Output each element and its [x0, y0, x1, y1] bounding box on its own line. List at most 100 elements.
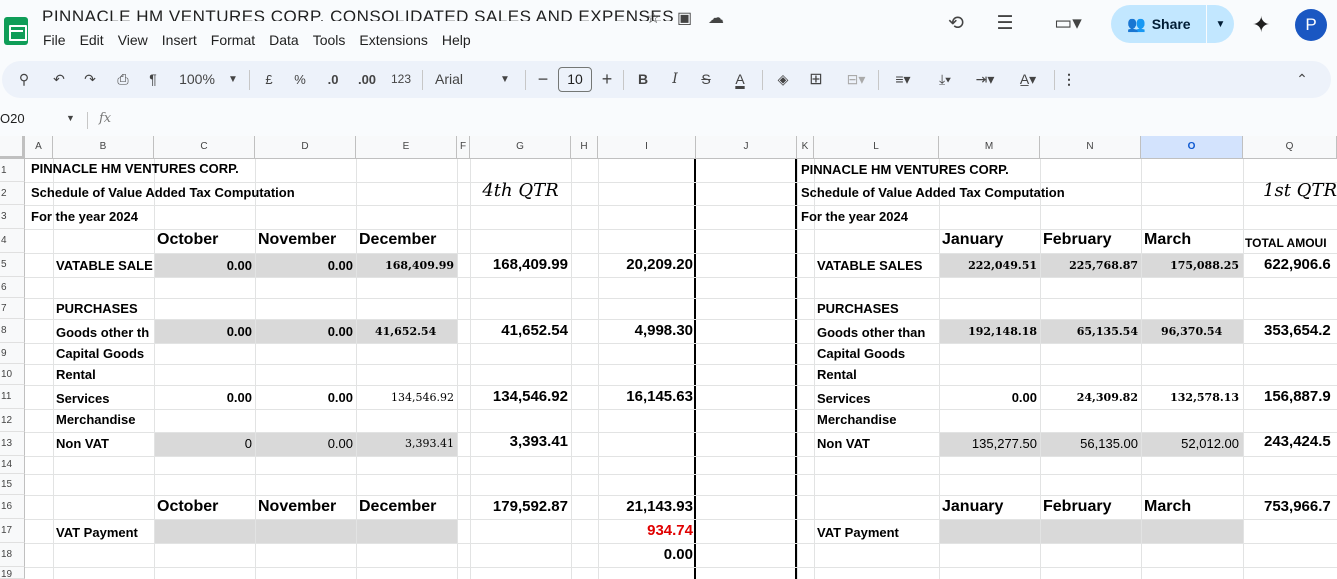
left-merchandise-label[interactable]: Merchandise [56, 412, 153, 428]
left-vat-cell[interactable]: 20,209.20 [598, 257, 693, 273]
right-goods-label[interactable]: Goods other than [817, 325, 937, 341]
right-vatable-sales-label[interactable]: VATABLE SALES [817, 258, 937, 274]
decrease-font-size-button[interactable]: − [535, 61, 551, 98]
vertical-align-icon[interactable]: ⤓▾ [929, 61, 961, 98]
left-cell[interactable]: 0.00 [154, 258, 252, 274]
right-company-name[interactable]: PINNACLE HM VENTURES CORP. [801, 162, 1101, 178]
left-vat-payment-value[interactable]: 934.74 [598, 523, 693, 539]
left-nonvat-label[interactable]: Non VAT [56, 436, 153, 452]
left-cell[interactable]: 3,393.41 [356, 436, 454, 452]
left-total-cell[interactable]: 3,393.41 [470, 434, 568, 450]
column-header-b[interactable]: B [53, 136, 154, 159]
row-header[interactable]: 3 [0, 205, 25, 229]
right-month-header[interactable]: February [1043, 232, 1139, 248]
column-header-h[interactable]: H [571, 136, 598, 159]
column-header-g[interactable]: G [470, 136, 571, 159]
document-title[interactable]: PINNACLE HM VENTURES CORP. CONSOLIDATED … [42, 5, 674, 21]
redo-icon[interactable]: ↷ [81, 61, 99, 98]
left-total-cell[interactable]: 134,546.92 [470, 389, 568, 405]
select-all-corner[interactable] [0, 136, 25, 159]
right-services-label[interactable]: Services [817, 391, 937, 407]
menu-insert[interactable]: Insert [162, 31, 204, 49]
left-quarter-label[interactable]: 4th QTR [470, 180, 571, 202]
menu-format[interactable]: Format [211, 31, 262, 49]
left-cell[interactable]: 0.00 [255, 324, 353, 340]
menu-view[interactable]: View [118, 31, 155, 49]
row-header[interactable]: 2 [0, 182, 25, 205]
text-rotation-icon[interactable]: A̲▾ [1011, 61, 1045, 98]
right-cell[interactable]: 52,012.00 [1141, 436, 1239, 452]
right-schedule-title[interactable]: Schedule of Value Added Tax Computation [801, 185, 1141, 201]
row-header[interactable]: 9 [0, 343, 25, 364]
left-purchases-label[interactable]: PURCHASES [56, 301, 153, 317]
right-rental-label[interactable]: Rental [817, 367, 937, 383]
row-header[interactable]: 19 [0, 567, 25, 579]
merge-cells-icon[interactable]: ⊟▾ [838, 61, 874, 98]
row-header[interactable]: 14 [0, 456, 25, 474]
column-header-l[interactable]: L [814, 136, 939, 159]
left-services-label[interactable]: Services [56, 391, 153, 407]
left-vat-cell[interactable]: 16,145.63 [598, 389, 693, 405]
name-box[interactable]: O20 [0, 111, 25, 126]
collapse-menus-icon[interactable]: ⌃ [1294, 61, 1310, 98]
left-month-header[interactable]: December [359, 232, 455, 248]
row-header[interactable]: 10 [0, 364, 25, 385]
spreadsheet-grid[interactable]: A B C D E F G H I J K L M N O Q 1 2 3 4 … [0, 136, 1337, 579]
left-balance-value[interactable]: 0.00 [598, 547, 693, 563]
column-header-k[interactable]: K [797, 136, 814, 159]
right-month-header[interactable]: January [942, 499, 1038, 515]
menu-tools[interactable]: Tools [313, 31, 353, 49]
share-dropdown-icon[interactable]: ▼ [1207, 19, 1234, 30]
right-vat-payment-label[interactable]: VAT Payment [817, 525, 937, 541]
row-header[interactable]: 6 [0, 277, 25, 298]
column-header-f[interactable]: F [457, 136, 470, 159]
comments-icon[interactable]: ☰ [992, 11, 1018, 37]
increase-decimal-button[interactable]: .00 [355, 61, 379, 98]
right-cell[interactable]: 96,370.54 [1161, 324, 1241, 340]
right-total-cell[interactable]: 243,424.5 [1264, 434, 1337, 450]
font-size-input[interactable]: 10 [558, 67, 592, 92]
search-menus-icon[interactable]: ⚲ [15, 61, 33, 98]
name-box-dropdown-icon[interactable]: ▼ [66, 113, 75, 123]
left-cell[interactable]: 0.00 [255, 258, 353, 274]
right-cell[interactable]: 135,277.50 [939, 436, 1037, 452]
left-month-header[interactable]: November [258, 499, 354, 515]
gemini-icon[interactable]: ✦ [1252, 12, 1270, 38]
left-summary-total[interactable]: 179,592.87 [470, 499, 568, 515]
avatar[interactable]: P [1295, 9, 1327, 41]
sheets-logo-icon[interactable] [4, 17, 28, 45]
row-header[interactable]: 5 [0, 253, 25, 277]
left-cell[interactable]: 168,409.99 [356, 258, 454, 274]
right-cell[interactable]: 132,578.13 [1141, 390, 1239, 406]
horizontal-align-icon[interactable]: ≡▾ [886, 61, 920, 98]
column-header-c[interactable]: C [154, 136, 255, 159]
right-cell[interactable]: 65,135.54 [1040, 324, 1138, 340]
right-total-header[interactable]: TOTAL AMOUI [1245, 235, 1337, 251]
left-total-cell[interactable]: 41,652.54 [470, 323, 568, 339]
more-formats-button[interactable]: 123 [389, 61, 413, 98]
right-purchases-label[interactable]: PURCHASES [817, 301, 937, 317]
increase-font-size-button[interactable]: + [599, 61, 615, 98]
right-year-label[interactable]: For the year 2024 [801, 209, 961, 225]
font-select[interactable]: Arial [435, 61, 475, 98]
meet-icon[interactable]: ▭▾ [1046, 11, 1090, 37]
row-header[interactable]: 8 [0, 319, 25, 343]
left-summary-vat[interactable]: 21,143.93 [598, 499, 693, 515]
currency-format-button[interactable]: £ [262, 61, 276, 98]
version-history-icon[interactable]: ⟲ [943, 11, 969, 37]
print-icon[interactable]: ⎙ [113, 61, 133, 98]
left-cell[interactable]: 41,652.54 [375, 324, 455, 340]
column-header-a[interactable]: A [25, 136, 53, 159]
menu-data[interactable]: Data [269, 31, 306, 49]
right-month-header[interactable]: January [942, 232, 1038, 248]
star-icon[interactable]: ☆ [646, 8, 660, 28]
row-header[interactable]: 18 [0, 543, 25, 567]
left-vatable-sales-label[interactable]: VATABLE SALE [56, 258, 153, 274]
right-month-header[interactable]: February [1043, 499, 1139, 515]
menu-help[interactable]: Help [442, 31, 478, 49]
right-cell[interactable]: 0.00 [939, 390, 1037, 406]
row-header[interactable]: 4 [0, 229, 25, 253]
right-total-cell[interactable]: 622,906.6 [1264, 257, 1337, 273]
zoom-select[interactable]: 100% [177, 61, 217, 98]
left-cell[interactable]: 0.00 [154, 324, 252, 340]
